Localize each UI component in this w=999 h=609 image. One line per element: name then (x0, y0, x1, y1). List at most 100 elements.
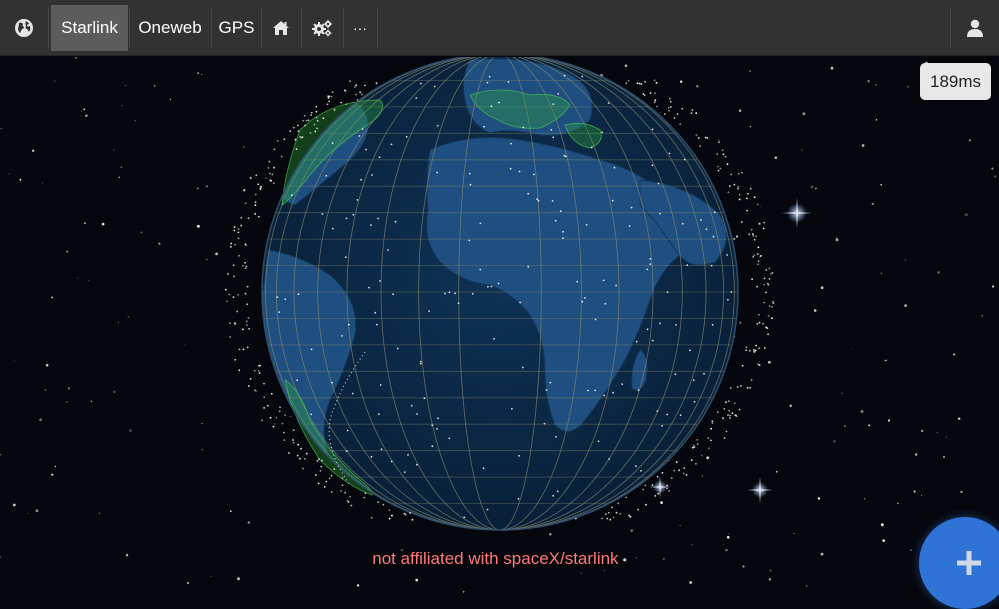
satellite-dot (246, 324, 248, 326)
satellite-dot (750, 228, 753, 231)
star (0, 127, 3, 130)
star (904, 304, 907, 307)
home-button[interactable] (262, 5, 300, 51)
tab-gps[interactable]: GPS (212, 5, 261, 51)
star (27, 512, 29, 515)
bright-star (649, 476, 671, 498)
satellite-dot (737, 172, 740, 175)
satellite-dot (765, 326, 767, 329)
satellite-dot (681, 222, 684, 225)
satellite-dot (360, 178, 362, 181)
satellite-dot (244, 292, 247, 295)
satellite-dot (328, 100, 330, 103)
satellite-dot (269, 416, 272, 419)
satellite-dot (751, 278, 753, 281)
star (158, 242, 161, 245)
satellite-dot (493, 338, 495, 340)
satellite-dot (340, 101, 343, 104)
satellite-dot (333, 109, 336, 111)
star (830, 66, 834, 70)
settings-button[interactable] (302, 5, 342, 51)
satellite-dot (314, 130, 317, 133)
satellite-dot (651, 128, 654, 131)
satellite-dot (316, 127, 318, 130)
satellite-dot (259, 188, 262, 191)
satellite-dot (415, 97, 418, 99)
satellite-dot (355, 93, 357, 96)
satellite-dot (564, 155, 567, 158)
satellite-dot (613, 166, 616, 169)
satellite-dot (747, 192, 749, 195)
satellite-dot (468, 172, 471, 175)
satellite-dot (238, 369, 241, 372)
satellite-dot (655, 81, 658, 84)
more-menu-button[interactable]: ··· (344, 5, 376, 51)
satellite-dot (310, 111, 313, 114)
satellite-dot (313, 123, 316, 126)
satellite-dot (238, 254, 240, 257)
satellite-dot (479, 222, 482, 225)
satellite-dot (269, 172, 271, 175)
satellite-dot (683, 158, 686, 161)
tab-starlink[interactable]: Starlink (51, 5, 128, 51)
star (247, 521, 251, 524)
satellite-dot (758, 347, 761, 349)
star (45, 363, 49, 367)
star (775, 470, 778, 473)
satellite-dot (668, 490, 671, 492)
satellite-dot (307, 119, 310, 122)
satellite-dot (352, 213, 355, 216)
satellite-dot (237, 293, 240, 296)
star (74, 57, 78, 59)
satellite-dot (661, 472, 664, 474)
satellite-dot (757, 363, 759, 366)
satellite-dot (673, 469, 675, 472)
star (696, 85, 699, 88)
star (243, 146, 245, 148)
satellite-dot (299, 135, 302, 138)
star (937, 271, 940, 274)
satellite-dot (654, 495, 657, 497)
satellite-dot (649, 258, 652, 260)
satellite-dot (284, 298, 287, 301)
satellite-dot (657, 492, 660, 495)
satellite-dot (651, 164, 654, 167)
satellite-dot (345, 103, 348, 106)
satellite-dot (545, 389, 548, 391)
satellite-dot (673, 117, 676, 119)
satellite-dot (244, 267, 247, 269)
satellite-dot (543, 422, 546, 425)
satellite-dot (733, 402, 736, 405)
satellite-dot (436, 124, 439, 127)
satellite-dot (518, 170, 521, 173)
satellite-dot (273, 166, 275, 169)
user-icon (967, 19, 983, 37)
satellite-dot (666, 413, 669, 416)
satellite-dot (711, 422, 714, 425)
satellite-dot (314, 474, 317, 476)
satellite-dot (630, 206, 633, 209)
satellite-dot (737, 185, 740, 188)
satellite-dot (233, 275, 236, 278)
satellite-dot (727, 298, 729, 301)
star (810, 185, 814, 189)
satellite-dot (279, 406, 281, 409)
satellite-dot (621, 383, 624, 385)
user-button[interactable] (951, 5, 999, 51)
globe-button[interactable] (0, 5, 48, 51)
star (8, 173, 10, 175)
satellite-dot (301, 136, 304, 139)
tab-oneweb[interactable]: Oneweb (130, 5, 210, 51)
satellite-dot (419, 362, 422, 365)
satellite-dot (410, 404, 413, 407)
star (356, 584, 360, 587)
satellite-dot (517, 498, 520, 500)
satellite-dot (551, 200, 554, 202)
earth-globe-view[interactable] (0, 57, 999, 600)
satellite-dot (716, 153, 719, 156)
star (789, 404, 792, 407)
satellite-dot (594, 318, 597, 321)
satellite-dot (703, 372, 705, 375)
satellite-dot (236, 310, 239, 313)
satellite-dot (649, 92, 652, 94)
